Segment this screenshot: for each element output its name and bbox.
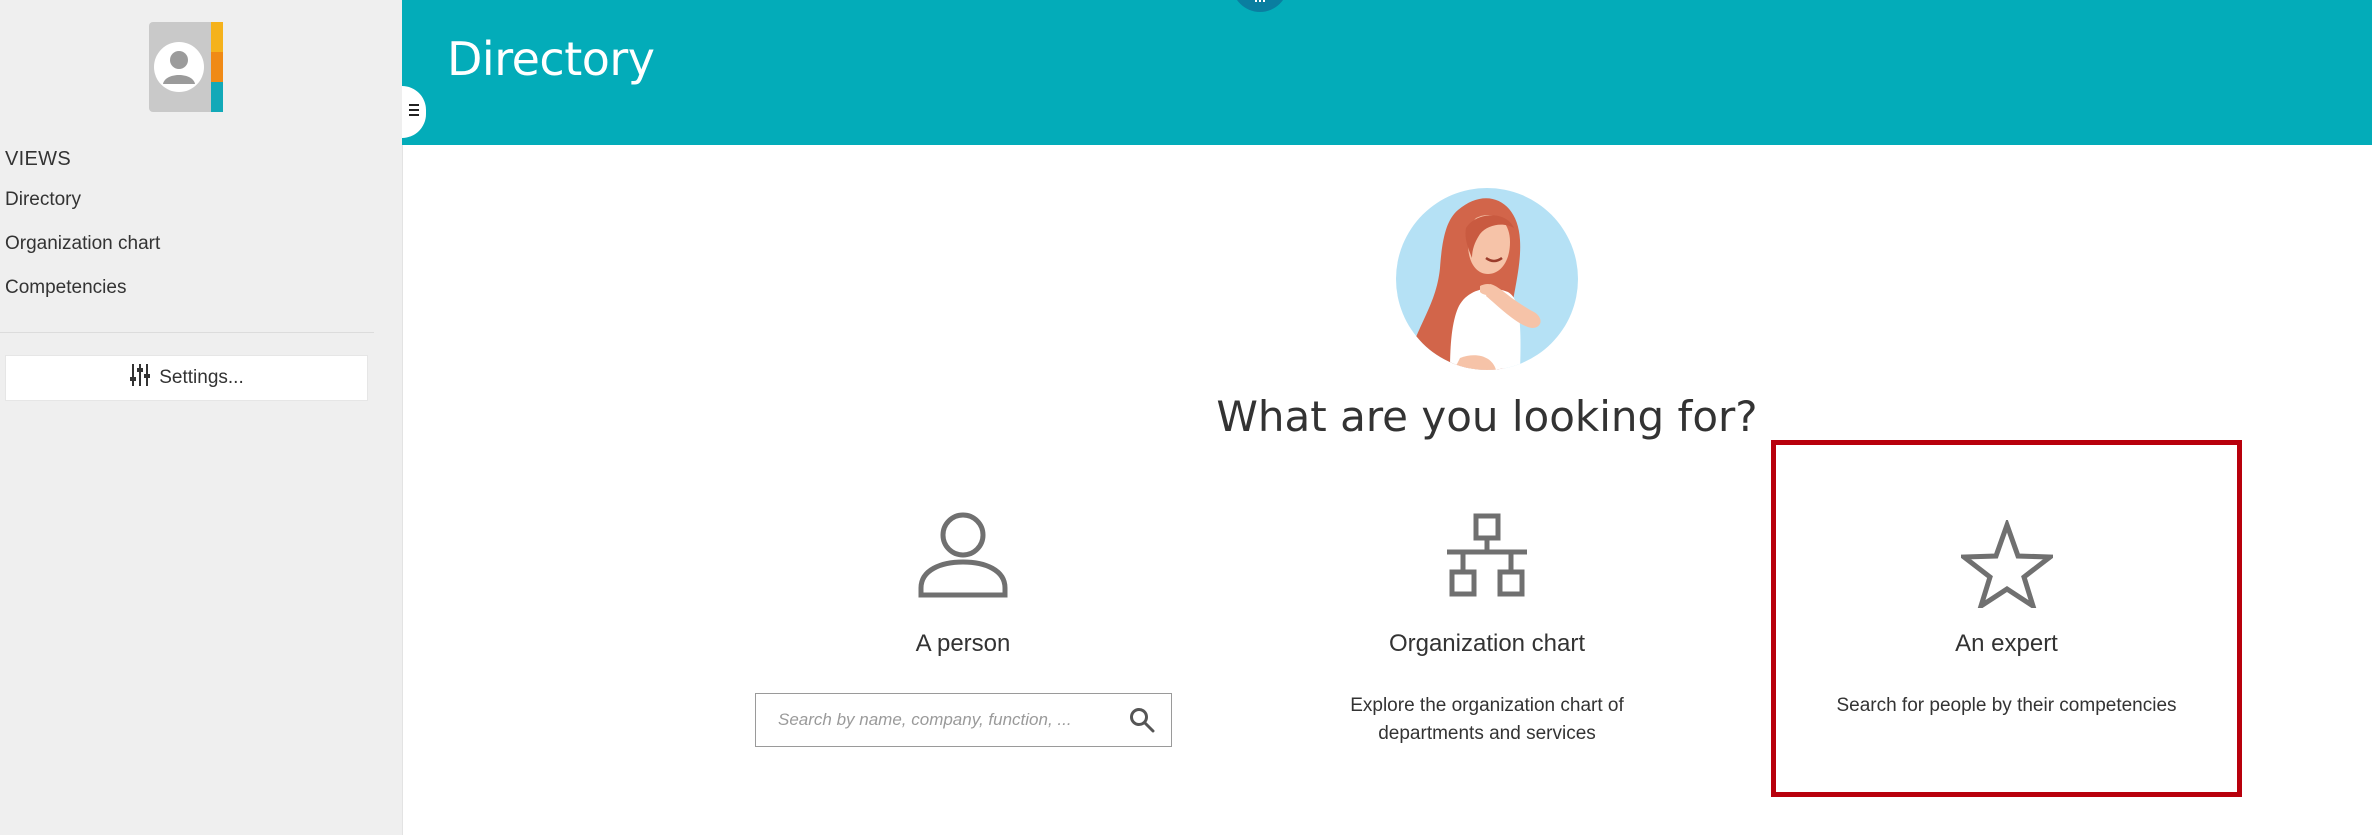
- expert-card-description: Search for people by their competencies: [1836, 695, 2177, 716]
- org-chart-desc-line-2: departments and services: [1378, 723, 1596, 744]
- grip-icon: [1254, 0, 1266, 8]
- org-chart-icon: [1445, 512, 1529, 603]
- search-icon[interactable]: [1129, 707, 1155, 733]
- views-heading: VIEWS: [5, 148, 71, 170]
- org-chart-card[interactable]: Organization chart Explore the organizat…: [1252, 440, 1722, 792]
- sidebar-item-organization-chart[interactable]: Organization chart: [5, 233, 160, 255]
- person-search-box: [755, 693, 1172, 747]
- org-chart-card-title: Organization chart: [1388, 630, 1586, 657]
- sidebar: VIEWS Directory Organization chart Compe…: [0, 0, 403, 835]
- expert-search-card[interactable]: An expert Search for people by their com…: [1771, 440, 2242, 797]
- org-chart-card-description: Explore the organization chart of depart…: [1272, 692, 1702, 748]
- sidebar-divider: [0, 332, 374, 333]
- settings-label: Settings...: [159, 367, 244, 388]
- person-search-input[interactable]: [756, 693, 1129, 747]
- thinking-woman-illustration: [1396, 188, 1578, 370]
- sliders-icon: [129, 363, 151, 393]
- main-question: What are you looking for?: [1216, 392, 1758, 441]
- sidebar-item-directory[interactable]: Directory: [5, 189, 81, 211]
- org-chart-desc-line-1: Explore the organization chart of: [1350, 695, 1624, 716]
- person-icon: [915, 512, 1011, 603]
- menu-lines-icon: [409, 103, 419, 121]
- directory-app-icon: [146, 22, 226, 112]
- expert-card-title: An expert: [1955, 630, 2058, 657]
- page-title: Directory: [447, 32, 655, 86]
- page-header: Directory: [402, 0, 2372, 145]
- star-icon: [1956, 517, 2057, 613]
- settings-button[interactable]: Settings...: [5, 355, 368, 401]
- sidebar-item-competencies[interactable]: Competencies: [5, 277, 126, 299]
- person-card-title: A person: [915, 630, 1011, 657]
